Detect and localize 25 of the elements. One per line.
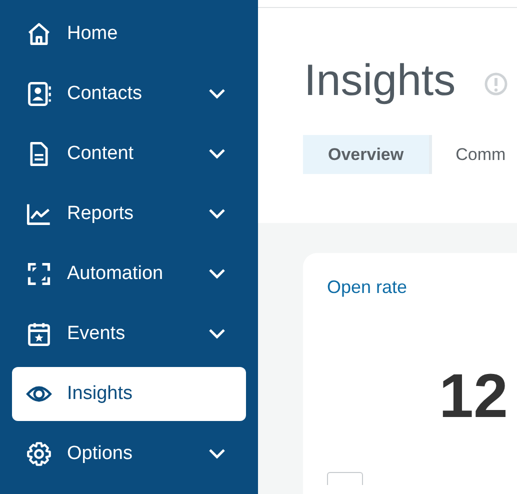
chevron-down-icon[interactable] — [208, 328, 226, 340]
sidebar-item[interactable]: Home — [12, 7, 246, 61]
calendar-icon — [26, 321, 52, 347]
chevron-down-icon[interactable] — [208, 448, 226, 460]
sidebar-item[interactable]: Events — [12, 307, 246, 361]
chevron-down-icon[interactable] — [208, 208, 226, 220]
checkbox[interactable] — [327, 472, 363, 485]
cycle-arrows-icon — [26, 261, 52, 287]
sidebar-item[interactable]: Options — [12, 427, 246, 481]
contact-card-icon — [26, 81, 52, 107]
tab[interactable]: Overview — [303, 135, 432, 174]
card-title: Open rate — [327, 277, 408, 298]
chevron-down-icon[interactable] — [208, 268, 226, 280]
sidebar-item[interactable]: Reports — [12, 187, 246, 241]
chevron-down-icon[interactable] — [208, 88, 226, 100]
sidebar-item[interactable]: Insights — [12, 367, 246, 421]
chevron-down-icon[interactable] — [208, 148, 226, 160]
tab[interactable]: Comm — [432, 135, 517, 174]
sidebar-item[interactable]: Contacts — [12, 67, 246, 121]
settings-icon — [26, 441, 52, 467]
sidebar-item[interactable]: Automation — [12, 247, 246, 301]
sidebar-item[interactable]: Content — [12, 127, 246, 181]
page-title: Insights — [304, 56, 456, 106]
metric-value: 12 — [439, 366, 508, 428]
home-icon — [26, 21, 52, 47]
